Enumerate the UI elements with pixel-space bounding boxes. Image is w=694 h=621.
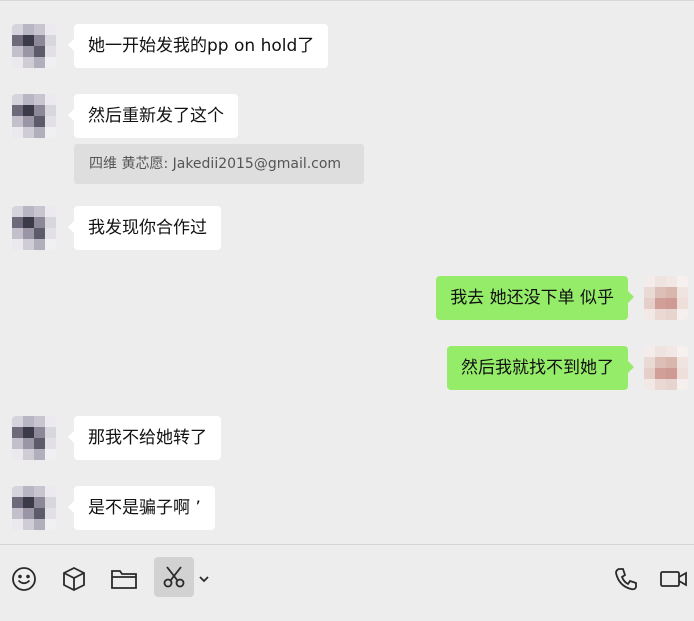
input-toolbar [0, 544, 694, 621]
scissors-icon[interactable] [154, 557, 194, 597]
contact-avatar[interactable] [12, 486, 56, 530]
message-bubble[interactable]: 我发现你合作过 [68, 206, 221, 250]
message-bubble[interactable]: 是不是骗子啊 ’ [68, 486, 215, 530]
quoted-message[interactable]: 四维 黄芯愿: Jakedii2015@gmail.com [74, 144, 364, 184]
emoji-icon[interactable] [6, 561, 42, 597]
contact-avatar[interactable] [12, 24, 56, 68]
message-bubble[interactable]: 那我不给她转了 [68, 416, 221, 460]
top-divider [0, 0, 694, 5]
contact-avatar[interactable] [12, 206, 56, 250]
message-bubble[interactable]: 然后我就找不到她了 [447, 346, 634, 390]
self-avatar[interactable] [644, 276, 688, 320]
chevron-down-icon[interactable] [194, 561, 214, 597]
phone-icon[interactable] [608, 561, 644, 597]
message-bubble[interactable]: 我去 她还没下单 似乎 [436, 276, 634, 320]
message-bubble[interactable]: 然后重新发了这个 [68, 94, 238, 138]
self-avatar[interactable] [644, 346, 688, 390]
contact-avatar[interactable] [12, 94, 56, 138]
package-icon[interactable] [56, 561, 92, 597]
message-bubble[interactable]: 她一开始发我的pp on hold了 [67, 24, 329, 68]
folder-icon[interactable] [106, 561, 142, 597]
contact-avatar[interactable] [12, 416, 56, 460]
video-icon[interactable] [656, 561, 692, 597]
